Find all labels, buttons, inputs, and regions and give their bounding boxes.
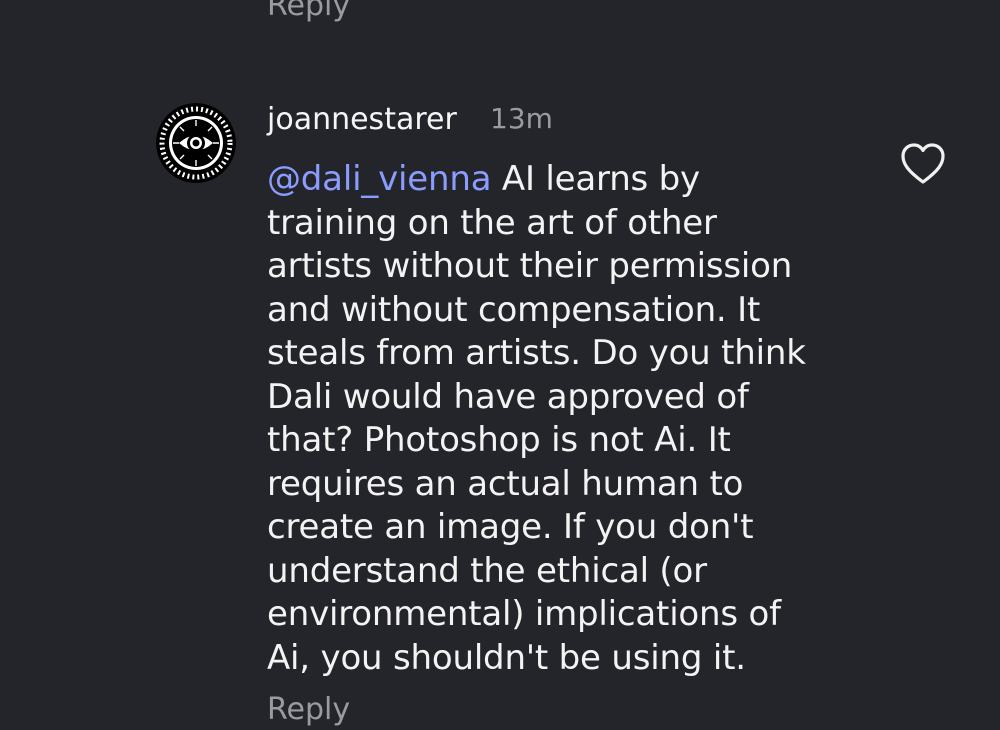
mention-link[interactable]: @dali_vienna	[267, 159, 492, 199]
comment-line-9: create an image. If you don't	[267, 507, 754, 547]
user-avatar[interactable]	[156, 103, 236, 183]
reply-button[interactable]: Reply	[267, 690, 350, 730]
comment-line-1: @dali_vienna AI learns by	[267, 158, 867, 202]
comment-line-11: environmental) implications of	[267, 594, 781, 634]
reply-button-previous[interactable]: Reply	[267, 0, 350, 26]
comment-line-4: and without compensation. It	[267, 289, 761, 330]
mention-label: @dali_vienna	[267, 159, 492, 199]
comment-line-8: requires an actual human to	[267, 463, 744, 504]
comment-line-5: steals from artists. Do you think	[267, 333, 806, 373]
comment-line-6: Dali would have approved of	[267, 376, 749, 417]
comment-line-7: that? Photoshop is not Ai. It	[267, 420, 731, 460]
comment-body: @dali_vienna AI learns by training on th…	[267, 158, 867, 680]
comment-text-1: AI learns by	[491, 159, 700, 199]
comment-line-2: training on the art of other	[267, 202, 717, 243]
comment-timestamp: 13m	[490, 102, 553, 135]
heart-icon[interactable]	[900, 142, 946, 186]
comment-username[interactable]: joannestarer	[267, 98, 457, 142]
comment-line-12: Ai, you shouldn't be using it.	[267, 637, 746, 678]
comment-line-3: artists without their permission	[267, 246, 793, 286]
comment-line-10: understand the ethical (or	[267, 550, 707, 591]
